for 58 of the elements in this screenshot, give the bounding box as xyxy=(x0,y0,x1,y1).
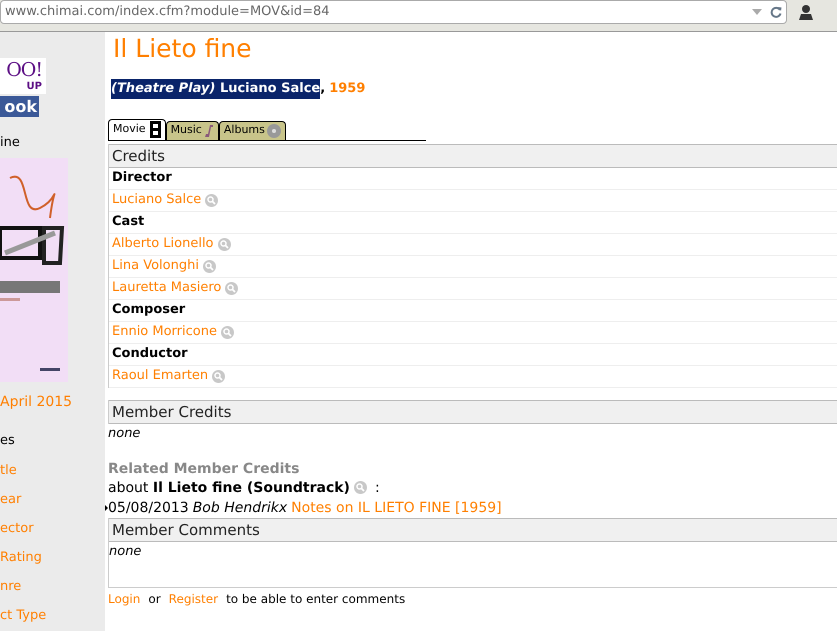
section-header: Member Credits xyxy=(109,400,837,424)
section-header: Member Comments xyxy=(109,518,837,542)
search-icon[interactable] xyxy=(205,194,218,206)
search-icon[interactable] xyxy=(202,260,216,272)
bullet-icon xyxy=(105,504,108,510)
reload-icon[interactable] xyxy=(770,6,782,18)
person-link[interactable]: Luciano Salce xyxy=(112,190,202,210)
issue-link[interactable]: April 2015 xyxy=(0,392,105,412)
footer-text: to be able to enter comments xyxy=(226,590,406,608)
sidebar-link[interactable]: tle xyxy=(0,463,105,479)
dropdown-icon[interactable] xyxy=(752,9,762,15)
sidebar-heading: ine xyxy=(0,134,21,152)
sidebar-heading: es xyxy=(0,432,16,450)
tab[interactable]: Music xyxy=(166,120,219,140)
sidebar-link[interactable]: Rating xyxy=(0,550,105,566)
role-label: Director xyxy=(112,169,172,188)
search-icon[interactable] xyxy=(220,326,234,338)
login-link[interactable]: Login xyxy=(108,590,140,608)
person-link[interactable]: Lina Volonghi xyxy=(112,256,199,276)
person-link[interactable]: Lauretta Masiero xyxy=(112,278,222,298)
entry-date: 05/08/2013 xyxy=(108,498,189,518)
tab[interactable]: Movie xyxy=(108,118,166,140)
search-icon[interactable] xyxy=(354,481,367,494)
related-heading: Related Member Credits xyxy=(108,460,300,478)
year: 1959 xyxy=(329,80,366,98)
page-title: Il Lieto fine xyxy=(113,34,253,64)
facebook-logo[interactable]: ook xyxy=(0,96,39,117)
tab[interactable]: Albums xyxy=(218,120,286,140)
disc-icon xyxy=(266,124,281,138)
user-icon[interactable] xyxy=(799,4,813,20)
sidebar-link[interactable]: ear xyxy=(0,492,105,508)
role-label: Composer xyxy=(112,301,186,320)
empty-note: none xyxy=(109,542,142,560)
register-link[interactable]: Register xyxy=(168,590,218,608)
yahoo-logo[interactable]: OO! UP xyxy=(0,58,46,94)
role-label: Cast xyxy=(112,213,144,232)
entry-author: Bob Hendrikx xyxy=(192,498,288,518)
search-icon[interactable] xyxy=(212,370,226,382)
sidebar-link[interactable]: ct Type xyxy=(0,608,105,624)
or-text: or xyxy=(148,590,161,608)
person-link[interactable]: Raoul Emarten xyxy=(112,366,208,386)
subtitle: (Theatre Play) Luciano Salce xyxy=(111,79,320,98)
about-text: about Il Lieto fine (Soundtrack) xyxy=(108,478,350,498)
person-link[interactable]: Alberto Lionello xyxy=(112,234,214,254)
role-label: Conductor xyxy=(112,345,188,364)
film-strip-icon xyxy=(150,121,161,138)
address-bar[interactable]: www.chimai.com/index.cfm?module=MOV&id=84 xyxy=(0,0,787,24)
sidebar-link[interactable]: nre xyxy=(0,579,105,595)
separator: , xyxy=(320,80,326,98)
search-icon[interactable] xyxy=(225,282,238,294)
empty-note: none xyxy=(108,424,142,442)
person-link[interactable]: Ennio Morricone xyxy=(112,322,217,342)
music-note-icon xyxy=(204,124,214,138)
section-header: Credits xyxy=(109,144,837,168)
search-icon[interactable] xyxy=(218,238,231,250)
sidebar-link[interactable]: ector xyxy=(0,521,105,537)
colon: : xyxy=(374,478,380,498)
entry-link[interactable]: Notes on IL LIETO FINE [1959] xyxy=(291,498,502,518)
